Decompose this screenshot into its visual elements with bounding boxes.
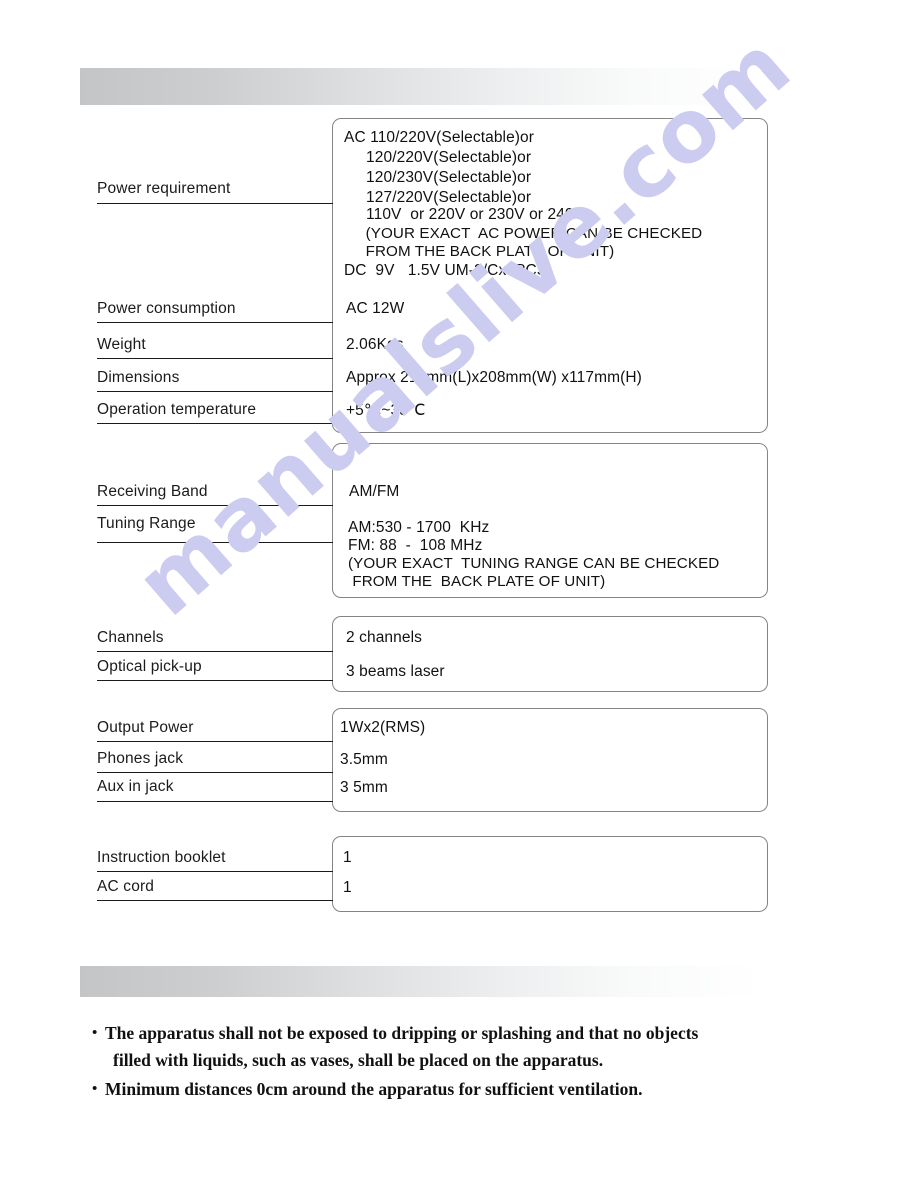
row-rule-power-consumption <box>97 322 333 323</box>
value-weight: 2.06Kgs <box>346 336 404 353</box>
row-rule-weight <box>97 358 333 359</box>
bullet-icon: • <box>92 1025 98 1041</box>
note-line: The apparatus shall not be exposed to dr… <box>105 1023 699 1043</box>
row-label-weight: Weight <box>97 336 146 353</box>
note-line: Minimum distances 0cm around the apparat… <box>105 1079 643 1099</box>
value-optical-pickup: 3 beams laser <box>346 663 445 680</box>
row-label-ac-cord: AC cord <box>97 878 155 895</box>
row-label-power-consumption: Power consumption <box>97 300 236 317</box>
row-rule-receiving-band <box>97 505 333 506</box>
row-rule-channels <box>97 651 333 652</box>
value-aux-in-jack: 3 5mm <box>340 779 388 796</box>
row-rule-optical-pickup <box>97 680 333 681</box>
note-item: • The apparatus shall not be exposed to … <box>92 1020 832 1074</box>
row-rule-phones-jack <box>97 772 333 773</box>
value-power-requirement-l1: AC 110/220V(Selectable)or <box>344 129 535 146</box>
row-label-tuning-range: Tuning Range <box>97 515 196 532</box>
value-power-requirement-l7: FROM THE BACK PLATE OF UNIT) <box>344 243 615 260</box>
value-power-requirement-l5: 110V or 220V or 230V or 240V <box>344 206 585 223</box>
value-power-consumption: AC 12W <box>346 300 405 317</box>
row-label-instruction-booklet: Instruction booklet <box>97 849 226 866</box>
value-power-requirement-l3: 120/230V(Selectable)or <box>344 169 532 186</box>
bullet-icon: • <box>92 1081 98 1097</box>
row-label-operation-temperature: Operation temperature <box>97 401 257 418</box>
value-phones-jack: 3.5mm <box>340 751 388 768</box>
document-page: manualslive.com Power requirement AC 110… <box>0 0 918 1188</box>
value-box-accessories <box>332 836 768 912</box>
footer-band <box>80 966 820 997</box>
row-label-channels: Channels <box>97 629 164 646</box>
value-receiving-band: AM/FM <box>349 483 400 500</box>
row-label-receiving-band: Receiving Band <box>97 483 208 500</box>
row-label-dimensions: Dimensions <box>97 369 180 386</box>
row-label-output-power: Output Power <box>97 719 194 736</box>
note-item: • Minimum distances 0cm around the appar… <box>92 1076 832 1103</box>
row-label-aux-in-jack: Aux in jack <box>97 778 174 795</box>
value-operation-temperature: +5℃~35℃ <box>346 402 426 419</box>
row-rule-aux-in-jack <box>97 801 333 802</box>
row-rule-tuning-range <box>97 542 333 543</box>
value-instruction-booklet: 1 <box>343 849 352 866</box>
row-rule-output-power <box>97 741 333 742</box>
value-power-requirement-l2: 120/220V(Selectable)or <box>344 149 532 166</box>
row-label-optical-pickup: Optical pick-up <box>97 658 202 675</box>
value-output-power: 1Wx2(RMS) <box>340 719 426 736</box>
header-band <box>80 68 820 105</box>
row-rule-instruction-booklet <box>97 871 333 872</box>
safety-notes: • The apparatus shall not be exposed to … <box>92 1020 832 1105</box>
row-rule-ac-cord <box>97 900 333 901</box>
row-rule-power-requirement <box>97 203 333 204</box>
row-rule-operation-temperature <box>97 423 333 424</box>
value-tuning-range-l4: FROM THE BACK PLATE OF UNIT) <box>348 573 606 590</box>
note-line: filled with liquids, such as vases, shal… <box>113 1050 604 1070</box>
row-label-power-requirement: Power requirement <box>97 180 231 197</box>
row-rule-dimensions <box>97 391 333 392</box>
value-dimensions: Approx 216mm(L)x208mm(W) x117mm(H) <box>346 369 642 386</box>
value-power-requirement-l8: DC 9V 1.5V UM-2/Cx6PCS <box>344 262 548 279</box>
row-label-phones-jack: Phones jack <box>97 750 184 767</box>
value-channels: 2 channels <box>346 629 422 646</box>
value-ac-cord: 1 <box>343 879 352 896</box>
